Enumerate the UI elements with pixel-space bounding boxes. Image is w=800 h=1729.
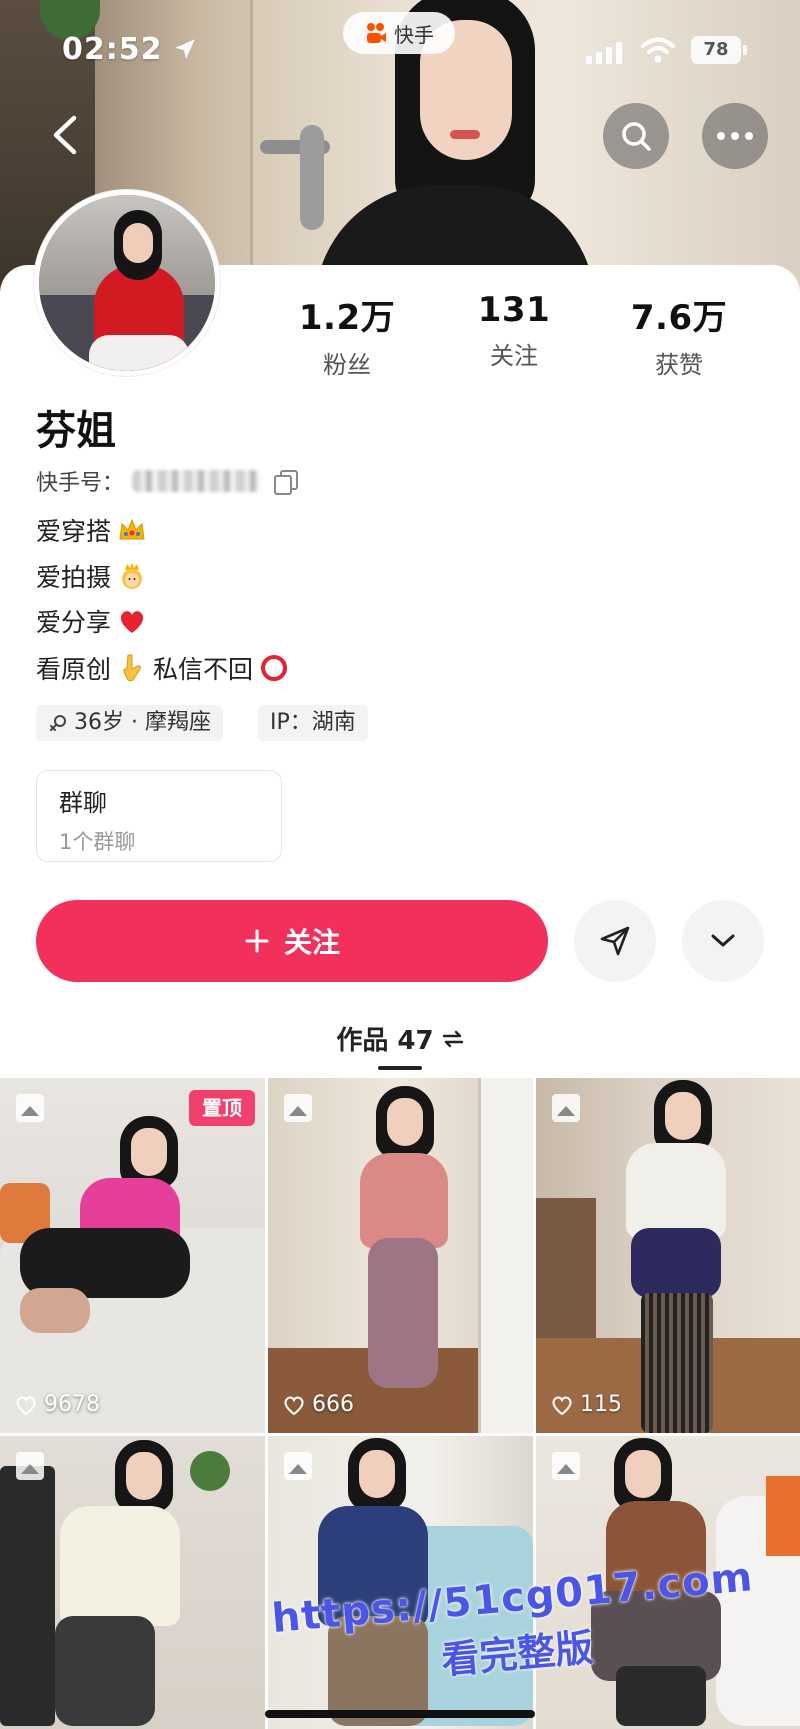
work-tile[interactable]: 666 [268, 1078, 533, 1433]
signal-icon [586, 42, 622, 64]
group-chat-title: 群聊 [59, 789, 107, 817]
profile-name: 芬姐 [36, 408, 116, 454]
chevron-down-icon [711, 934, 735, 947]
tab-works-underline [378, 1066, 422, 1070]
pointing-down-icon [123, 654, 141, 682]
stat-likes-value: 7.6万 [630, 298, 728, 338]
image-type-icon [552, 1094, 580, 1122]
group-chat-card[interactable]: 群聊 1个群聊 [36, 770, 282, 862]
bio-text-4b: 私信不回 [153, 655, 254, 684]
heart-outline-icon [284, 1395, 304, 1415]
follow-button[interactable]: 关注 [36, 900, 548, 982]
bio-text-4: 看原创 [36, 655, 112, 684]
expand-button[interactable] [682, 900, 764, 982]
female-symbol-icon [50, 715, 66, 731]
work-tile[interactable] [536, 1436, 800, 1729]
kuaishou-id-row: 快手号： [36, 465, 299, 497]
more-button[interactable] [702, 103, 768, 169]
follow-button-label: 关注 [283, 926, 340, 959]
stat-following-value: 131 [477, 290, 551, 330]
age-tag: 36岁 · 摩羯座 [36, 705, 223, 741]
like-count: 115 [550, 1392, 622, 1417]
image-type-icon [284, 1452, 312, 1480]
bio-text-2: 爱拍摄 [36, 563, 112, 592]
work-tile[interactable] [268, 1436, 533, 1729]
app-badge-label: 快手 [394, 22, 434, 47]
like-count-value: 9678 [44, 1392, 100, 1417]
wifi-icon [641, 37, 675, 63]
status-time: 02:52 [62, 32, 163, 67]
avatar[interactable] [34, 190, 220, 376]
more-dots-icon [717, 132, 753, 140]
stat-likes-label: 获赞 [655, 351, 703, 379]
heart-icon [120, 611, 144, 633]
app-badge[interactable]: 快手 [343, 12, 455, 54]
ip-tag: IP：湖南 [258, 705, 368, 741]
plus-icon [245, 929, 269, 953]
search-icon [622, 122, 651, 151]
tab-works-label: 作品 47 [336, 1026, 434, 1056]
tab-works[interactable]: 作品 47 [0, 1020, 800, 1057]
group-chat-subtitle: 1个群聊 [59, 830, 136, 854]
stat-following[interactable]: 131 关注 [439, 290, 589, 371]
like-count: 666 [282, 1392, 354, 1417]
crown-icon [119, 518, 145, 540]
message-button[interactable] [574, 900, 656, 982]
works-grid: 置顶 9678 666 115 [0, 1078, 800, 1729]
image-type-icon [16, 1094, 44, 1122]
pinned-badge: 置顶 [189, 1090, 255, 1126]
work-tile[interactable] [0, 1436, 265, 1729]
ip-tag-label: IP：湖南 [270, 710, 356, 735]
like-count-value: 666 [312, 1392, 354, 1417]
copy-icon[interactable] [274, 470, 299, 495]
bio-line-1: 爱穿搭 [36, 512, 147, 548]
bio-line-3: 爱分享 [36, 603, 147, 639]
bio-line-4: 看原创 私信不回 [36, 650, 289, 686]
image-type-icon [284, 1094, 312, 1122]
kuaishou-logo-icon [367, 23, 386, 43]
heart-outline-icon [552, 1395, 572, 1415]
image-type-icon [16, 1452, 44, 1480]
circle-icon [261, 655, 288, 681]
stat-fans[interactable]: 1.2万 粉丝 [272, 290, 422, 380]
back-arrow-icon[interactable] [46, 112, 86, 158]
send-icon [600, 926, 630, 956]
heart-outline-icon [16, 1395, 36, 1415]
image-type-icon [552, 1452, 580, 1480]
search-button[interactable] [603, 103, 669, 169]
location-arrow-icon [175, 39, 195, 59]
bio-text-1: 爱穿搭 [36, 517, 112, 546]
bio-text-3: 爱分享 [36, 608, 112, 637]
like-count-value: 115 [580, 1392, 622, 1417]
kuaishou-id-blurred [132, 470, 261, 492]
sort-icon[interactable] [442, 1030, 464, 1048]
princess-icon [122, 563, 143, 589]
stat-fans-label: 粉丝 [323, 351, 371, 379]
age-tag-label: 36岁 · 摩羯座 [74, 710, 211, 735]
stat-following-label: 关注 [490, 342, 538, 370]
stat-likes[interactable]: 7.6万 获赞 [604, 290, 754, 380]
kuaishou-id-label: 快手号： [36, 471, 125, 496]
bio-line-2: 爱拍摄 [36, 558, 147, 594]
battery-indicator: 78 [691, 36, 747, 64]
like-count: 9678 [14, 1392, 100, 1417]
work-tile[interactable]: 置顶 9678 [0, 1078, 265, 1433]
work-tile[interactable]: 115 [536, 1078, 800, 1433]
home-indicator [265, 1710, 535, 1718]
stat-fans-value: 1.2万 [298, 298, 396, 338]
